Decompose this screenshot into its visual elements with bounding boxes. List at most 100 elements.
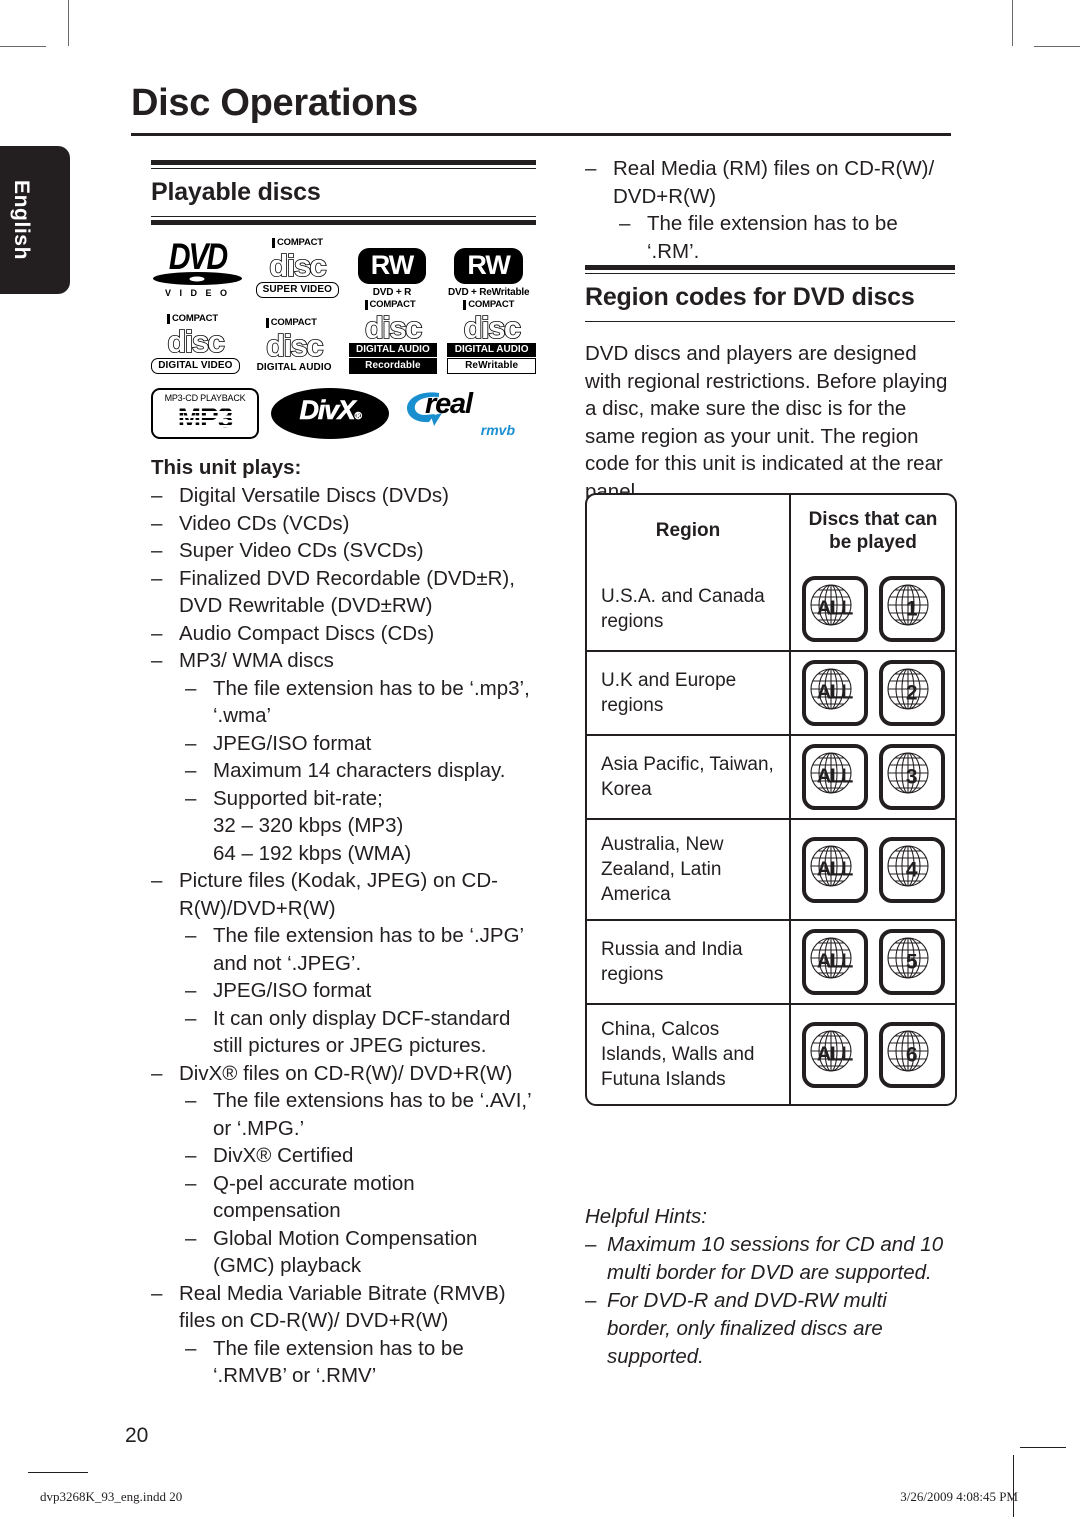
helpful-hints-item: – Maximum 10 sessions for CD and 10 multi… [585, 1231, 955, 1287]
region-code-badge-label: ALL [816, 858, 853, 880]
region-code-badge-label: ALL [816, 765, 853, 788]
list-item-label: Supported bit-rate; [213, 786, 383, 810]
page-number: 20 [125, 1424, 149, 1447]
cd-rw-top-label: COMPACT [463, 300, 516, 310]
dash-bullet-icon: – [151, 511, 163, 535]
dash-bullet-icon: – [151, 539, 163, 562]
region-code-badge-all: ALL [801, 744, 868, 810]
region-icons-cell: ALL 1 [790, 568, 955, 652]
list-item: – DivX® Certified [151, 1142, 536, 1170]
list-item-label: Global Motion Compensation (GMC) playbac… [213, 1226, 478, 1278]
list-item: – Audio Compact Discs (CDs) [151, 620, 536, 648]
table-row: U.K and Europe regions ALL 2 [587, 651, 955, 736]
list-item: – JPEG/ISO format [151, 977, 536, 1005]
table-row: China, Calcos Islands, Walls and Futuna … [587, 1004, 955, 1104]
cd-rec-disc-word: disc [364, 310, 423, 345]
region-code-badge-label: ALL [816, 950, 853, 973]
crop-mark-left-top [0, 46, 46, 47]
table-row: Asia Pacific, Taiwan, Korea ALL 3 [587, 735, 955, 820]
playable-discs-heading-block: Playable discs [151, 160, 536, 225]
dvd-plus-rewritable-logo: RW DVD + ReWritable [441, 248, 536, 298]
list-item-label: Audio Compact Discs (CDs) [179, 621, 435, 645]
list-item: 64 – 192 kbps (WMA) [151, 840, 536, 868]
divx-registered-icon: ® [354, 410, 362, 422]
list-item: – JPEG/ISO format [151, 730, 536, 758]
region-code-badge-4: 4 [878, 836, 945, 903]
list-item-label: Digital Versatile Discs (DVDs) [179, 484, 449, 507]
list-item: – DivX® files on CD-R(W)/ DVD+R(W) [151, 1060, 536, 1088]
dash-bullet-icon: – [151, 484, 163, 507]
cd-rw-bottom-label: ReWritable [447, 358, 536, 374]
list-item-label: The file extension has to be ‘.JPG’ and … [213, 924, 524, 975]
dash-bullet-icon: – [185, 676, 197, 700]
dash-bullet-icon: – [185, 1226, 197, 1250]
region-code-badge-all: ALL [801, 836, 868, 903]
logo-row-3: MP3-CD PLAYBACK MP3 DivX® real rmvb [151, 384, 536, 442]
list-item-label: 64 – 192 kbps (WMA) [213, 841, 412, 865]
dash-bullet-icon: – [151, 1061, 163, 1085]
table-header-discs: Discs that can be played [808, 509, 938, 553]
region-icons-cell: ALL 5 [790, 920, 955, 1005]
dash-bullet-icon: – [185, 786, 197, 810]
helpful-hints-item: – For DVD-R and DVD-RW multi border, only… [585, 1287, 955, 1371]
list-item: – Real Media Variable Bitrate (RMVB) file… [151, 1280, 536, 1335]
compact-disc-digital-video-logo: COMPACT disc DIGITAL VIDEO [151, 308, 240, 374]
dash-bullet-icon: – [185, 731, 197, 755]
list-item: – Digital Versatile Discs (DVDs) [151, 482, 536, 510]
dvd-plus-r-badge: RW [357, 248, 427, 284]
list-item-label: Finalized DVD Recordable (DVD±R), DVD Re… [179, 566, 515, 618]
document-page: English Disc Operations Playable discs D… [0, 0, 1080, 1527]
dvd-plus-r-logo: RW DVD + R [345, 248, 440, 298]
mp3-word: MP3 [158, 403, 252, 432]
region-code-badge-3: 3 [878, 744, 945, 810]
cd-rw-band-label: DIGITAL AUDIO [447, 343, 536, 357]
cd-rec-top-label: COMPACT [364, 300, 418, 310]
region-name-cell: U.K and Europe regions [587, 651, 791, 736]
cd-svcd-top-label: COMPACT [271, 238, 325, 248]
dash-bullet-icon: – [151, 869, 163, 892]
region-code-badge-all: ALL [801, 660, 868, 726]
list-item-label: Real Media Variable Bitrate (RMVB) files… [179, 1281, 506, 1333]
region-code-badge-6: 6 [878, 1021, 945, 1088]
list-item: – The file extension has to be ‘.JPG’ and… [151, 922, 536, 977]
list-item: – The file extension has to be ‘.RMVB’ or… [151, 1335, 536, 1390]
dvd-plus-rewritable-badge: RW [454, 248, 523, 284]
list-item-label: JPEG/ISO format [213, 731, 372, 755]
footer-crop-right [1020, 1447, 1066, 1448]
cd-dv-top-label: COMPACT [167, 314, 220, 324]
cd-da-top-label: COMPACT [265, 318, 319, 328]
dash-bullet-icon: – [151, 621, 163, 645]
dash-bullet-icon: – [185, 924, 197, 947]
compact-disc-rewritable-logo: COMPACT disc DIGITAL AUDIO ReWritable [447, 294, 536, 374]
list-item: – Super Video CDs (SVCDs) [151, 537, 536, 565]
helpful-hints-title: Helpful Hints: [585, 1205, 707, 1228]
region-code-badge-all: ALL [801, 929, 868, 995]
list-item-label: The file extension has to be ‘.RM’. [647, 212, 898, 263]
cd-dv-disc-word: disc [167, 324, 226, 359]
list-item-label: Video CDs (VCDs) [179, 511, 350, 535]
list-item-label: JPEG/ISO format [213, 979, 372, 1002]
playable-discs-heading: Playable discs [151, 178, 321, 206]
playable-discs-list: – Digital Versatile Discs (DVDs) – Video CD… [151, 482, 536, 1390]
list-item-label: It can only display DCF-standard still p… [213, 1006, 511, 1058]
dash-bullet-icon: – [185, 1171, 197, 1195]
list-item: – The file extension has to be ‘.RM’. [585, 210, 955, 265]
cd-rw-disc-word: disc [463, 310, 522, 345]
helpful-hints-text: For DVD-R and DVD-RW multi border, only … [607, 1289, 887, 1368]
helpful-hints-block: Helpful Hints: – Maximum 10 sessions for C… [585, 1203, 955, 1371]
table-row: U.S.A. and Canada regions ALL 1 [587, 568, 955, 652]
footer-timestamp: 3/26/2009 4:08:45 PM [900, 1489, 1018, 1504]
real-rmvb-logo: real rmvb [401, 388, 521, 438]
region-code-badge-label: 3 [905, 765, 918, 789]
list-item-label: The file extensions has to be ‘.AVI,’ or… [213, 1089, 531, 1140]
list-item-label: Real Media (RM) files on CD-R(W)/ DVD+R(… [613, 157, 935, 208]
divx-word: DivX [299, 394, 356, 425]
dash-bullet-icon: – [619, 212, 631, 235]
dash-bullet-icon: – [585, 1233, 597, 1256]
dash-bullet-icon: – [185, 1006, 197, 1030]
region-codes-heading-block: Region codes for DVD discs [585, 265, 955, 322]
divx-logo: DivX® [271, 387, 389, 439]
footer-crop-left [28, 1472, 88, 1473]
region-name-cell: Australia, New Zealand, Latin America [587, 819, 791, 921]
dash-bullet-icon: – [151, 1281, 163, 1305]
